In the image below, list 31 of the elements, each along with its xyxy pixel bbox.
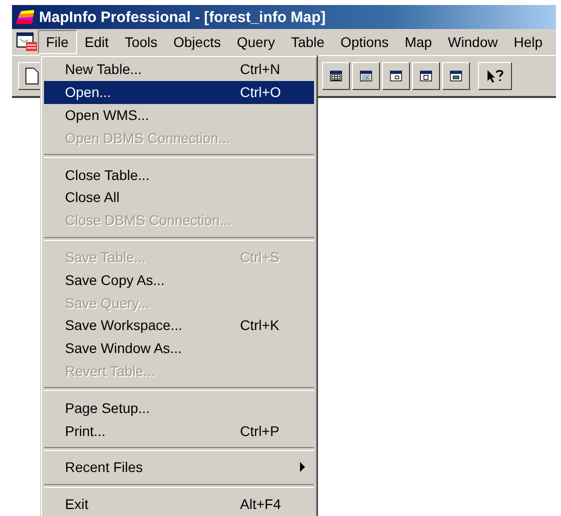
app-logo-icon: [14, 8, 36, 26]
window-button[interactable]: [322, 62, 350, 90]
menu-item[interactable]: Recent Files: [44, 456, 314, 479]
menu-item[interactable]: Open... Ctrl+O: [44, 80, 314, 104]
menu-bar-item[interactable]: Edit: [76, 30, 117, 54]
menu-bar-item[interactable]: Table: [282, 30, 332, 54]
menu-bar-item[interactable]: Window: [440, 30, 506, 54]
menu-item[interactable]: Page Setup...: [44, 396, 314, 420]
menu-bar-item[interactable]: Tools: [116, 30, 166, 54]
document-icon[interactable]: [16, 32, 38, 52]
menu-item[interactable]: New Table... Ctrl+N: [44, 58, 314, 81]
window-button[interactable]: [412, 62, 440, 90]
menu-item[interactable]: Close All: [44, 186, 314, 209]
menu-item[interactable]: Save Copy As...: [44, 268, 314, 292]
menu-item[interactable]: Save Workspace... Ctrl+K: [44, 314, 314, 337]
menu-bar-item[interactable]: Map: [396, 30, 440, 54]
menu-bar-item[interactable]: Objects: [165, 30, 229, 54]
window-button[interactable]: [382, 62, 410, 90]
window-title: MapInfo Professional - [forest_info Map]: [39, 8, 326, 26]
menu-bar-item[interactable]: File: [38, 30, 77, 54]
menu-bar-item[interactable]: Help: [506, 30, 551, 54]
menu-item[interactable]: Close Table...: [44, 163, 314, 186]
menu-bar-item[interactable]: Options: [332, 30, 397, 54]
menu-item[interactable]: Exit Alt+F4: [44, 492, 314, 516]
menu-bar-item[interactable]: Query: [228, 30, 283, 54]
menu-item[interactable]: Print... Ctrl+P: [44, 419, 314, 442]
window-button[interactable]: [352, 62, 380, 90]
help-button[interactable]: [478, 62, 512, 90]
menu-item[interactable]: Open WMS...: [44, 104, 314, 126]
menu-item[interactable]: Save Window As...: [44, 336, 314, 360]
window-button[interactable]: [442, 62, 470, 90]
